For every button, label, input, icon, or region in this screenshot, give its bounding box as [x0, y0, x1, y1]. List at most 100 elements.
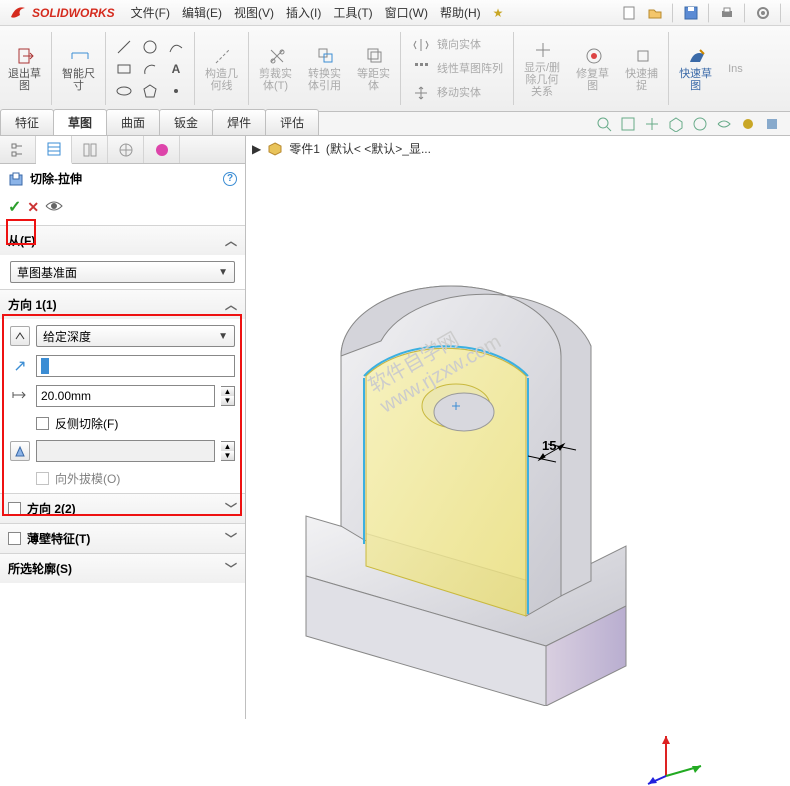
- pm-tab-render-icon[interactable]: [144, 136, 180, 163]
- section-direction1[interactable]: 方向 1(1) ︿: [0, 290, 245, 319]
- view-appearance-icon[interactable]: [738, 114, 758, 134]
- pm-tab-config-icon[interactable]: [72, 136, 108, 163]
- sketch-polygon-icon[interactable]: [140, 81, 160, 101]
- sketch-line-icon[interactable]: [114, 37, 134, 57]
- section-from[interactable]: 从(F) ︿: [0, 226, 245, 255]
- graphics-viewport[interactable]: ▶ 零件1 (默认< <默认>_显...: [246, 136, 790, 719]
- ribbon-trim-label: 剪裁实 体(T): [259, 68, 292, 92]
- view-zoom-icon[interactable]: [594, 114, 614, 134]
- view-hide-icon[interactable]: [714, 114, 734, 134]
- sketch-point-icon[interactable]: [166, 81, 186, 101]
- menu-file[interactable]: 文件(F): [125, 0, 176, 26]
- view-scene-icon[interactable]: [762, 114, 782, 134]
- menu-insert[interactable]: 插入(I): [280, 0, 327, 26]
- view-triad-icon[interactable]: [646, 726, 706, 786]
- view-section-icon[interactable]: [642, 114, 662, 134]
- flip-side-checkbox[interactable]: [36, 417, 49, 430]
- ribbon-exit-sketch[interactable]: 退出草 图: [0, 26, 49, 111]
- ribbon-trim[interactable]: 剪裁实 体(T): [251, 26, 300, 111]
- reverse-direction-icon[interactable]: [10, 326, 30, 346]
- section-direction2[interactable]: 方向 2(2) ﹀: [0, 494, 245, 523]
- depth-input[interactable]: 20.00mm: [36, 385, 215, 407]
- help-icon[interactable]: ?: [223, 172, 237, 186]
- mirror-icon: [411, 35, 431, 55]
- from-label: 从(F): [8, 232, 35, 249]
- dir2-checkbox[interactable]: [8, 502, 21, 515]
- ribbon-exit-label: 退出草 图: [8, 68, 41, 92]
- tab-weldment[interactable]: 焊件: [212, 109, 266, 135]
- sketch-rect-icon[interactable]: [114, 59, 134, 79]
- feature-title: 切除-拉伸: [30, 170, 82, 187]
- ribbon-smart-dimension[interactable]: 智能尺 寸: [54, 26, 103, 111]
- qat-print-icon[interactable]: [716, 3, 738, 23]
- draft-outward-checkbox: [36, 472, 49, 485]
- draft-spinner[interactable]: ▲▼: [221, 441, 235, 461]
- ribbon-offset-label: 等距实 体: [357, 68, 390, 92]
- qat-options-icon[interactable]: [752, 3, 774, 23]
- ribbon-show-relations[interactable]: 显示/删 除几何 关系: [516, 26, 568, 111]
- preview-icon[interactable]: [45, 199, 63, 216]
- pm-tab-dimxpert-icon[interactable]: [108, 136, 144, 163]
- dimension-d1[interactable]: 15: [542, 438, 556, 453]
- menu-window[interactable]: 窗口(W): [379, 0, 434, 26]
- qat-save-icon[interactable]: [680, 3, 702, 23]
- sketch-ellipse-icon[interactable]: [114, 81, 134, 101]
- ribbon-pattern[interactable]: 线性草图阵列: [411, 59, 503, 79]
- chevron-up-icon: ︿: [225, 296, 237, 313]
- direction-arrow-icon[interactable]: ↗: [10, 356, 30, 376]
- ribbon-mirror[interactable]: 镜向实体: [411, 35, 481, 55]
- ok-button[interactable]: ✓: [8, 197, 21, 217]
- view-display-icon[interactable]: [690, 114, 710, 134]
- qat-separator: [780, 3, 782, 23]
- chevron-down-icon: ﹀: [225, 530, 237, 547]
- ribbon-convert[interactable]: 转换实 体引用: [300, 26, 349, 111]
- pm-tab-property-icon[interactable]: [36, 136, 72, 164]
- section-thin[interactable]: 薄壁特征(T) ﹀: [0, 524, 245, 553]
- tab-surface[interactable]: 曲面: [106, 109, 160, 135]
- qat-new-icon[interactable]: [618, 3, 640, 23]
- ribbon-snap[interactable]: 快速捕 捉: [617, 26, 666, 111]
- menu-edit[interactable]: 编辑(E): [176, 0, 228, 26]
- draft-angle-input[interactable]: [36, 440, 215, 462]
- section-contours[interactable]: 所选轮廓(S) ﹀: [0, 554, 245, 583]
- depth-spinner[interactable]: ▲▼: [221, 386, 235, 406]
- draft-icon[interactable]: [10, 441, 30, 461]
- move-icon: [411, 83, 431, 103]
- tab-evaluate[interactable]: 评估: [265, 109, 319, 135]
- sketch-text-icon[interactable]: A: [166, 59, 186, 79]
- ribbon-repair[interactable]: 修复草 图: [568, 26, 617, 111]
- ribbon-offset[interactable]: 等距实 体: [349, 26, 398, 111]
- sketch-spline-icon[interactable]: [166, 37, 186, 57]
- ribbon-show-label: 显示/删 除几何 关系: [524, 62, 560, 98]
- end-condition-combo[interactable]: 给定深度▼: [36, 325, 235, 347]
- menu-view[interactable]: 视图(V): [228, 0, 280, 26]
- sketch-circle-icon[interactable]: [140, 37, 160, 57]
- sketch-arc-icon[interactable]: [140, 59, 160, 79]
- ribbon-instant[interactable]: Ins: [720, 26, 745, 111]
- tab-sheetmetal[interactable]: 钣金: [159, 109, 213, 135]
- draft-outward-label: 向外拔模(O): [55, 470, 120, 487]
- menu-help[interactable]: 帮助(H): [434, 0, 487, 26]
- ribbon-construction[interactable]: 构造几 何线: [197, 26, 246, 111]
- main-menu: 文件(F) 编辑(E) 视图(V) 插入(I) 工具(T) 窗口(W) 帮助(H…: [125, 0, 510, 26]
- view-orient-icon[interactable]: [666, 114, 686, 134]
- dir1-label: 方向 1(1): [8, 296, 57, 313]
- thin-checkbox[interactable]: [8, 532, 21, 545]
- ribbon-quick-sketch[interactable]: 快速草 图: [671, 26, 720, 111]
- direction-vector-input[interactable]: [36, 355, 235, 377]
- menu-tools[interactable]: 工具(T): [327, 0, 378, 26]
- cancel-button[interactable]: ✕: [27, 199, 39, 216]
- model-view: [246, 146, 786, 706]
- cut-extrude-icon: [8, 171, 24, 187]
- thin-label: 薄壁特征(T): [27, 530, 90, 547]
- tab-features[interactable]: 特征: [0, 109, 54, 135]
- ribbon-quick-label: 快速草 图: [679, 68, 712, 92]
- from-combo[interactable]: 草图基准面▼: [10, 261, 235, 283]
- tab-sketch[interactable]: 草图: [53, 109, 107, 135]
- ribbon-smart-label: 智能尺 寸: [62, 68, 95, 92]
- qat-open-icon[interactable]: [644, 3, 666, 23]
- ribbon-move[interactable]: 移动实体: [411, 83, 481, 103]
- pm-tab-feature-tree-icon[interactable]: [0, 136, 36, 163]
- menu-star-icon[interactable]: ★: [487, 0, 510, 26]
- view-fit-icon[interactable]: [618, 114, 638, 134]
